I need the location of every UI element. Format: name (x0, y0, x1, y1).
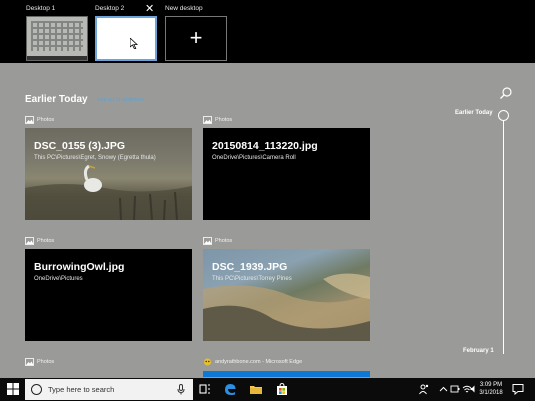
desktop-2-thumbnail[interactable] (95, 16, 157, 61)
microphone-icon[interactable] (177, 384, 185, 395)
activity-card-burrowingowl[interactable]: BurrowingOwl.jpg OneDrive\Pictures (25, 249, 192, 341)
activity-app-header: Photos (25, 236, 54, 246)
photos-app-icon (25, 236, 34, 245)
desktop-2[interactable]: Desktop 2 ✕ (95, 3, 157, 61)
desktop-2-label: Desktop 2 (95, 5, 125, 12)
desktop-1-thumbnail[interactable] (26, 16, 88, 61)
activity-app-name: Photos (37, 238, 55, 244)
section-title: Earlier Today (25, 94, 88, 105)
new-desktop[interactable]: New desktop + (165, 4, 227, 61)
taskbar: Type here to search 3:09 PM 3/1/2018 (0, 378, 535, 401)
activity-app-name: Photos (37, 359, 55, 365)
activity-title: BurrowingOwl.jpg (34, 261, 125, 273)
new-desktop-button[interactable]: + (165, 16, 227, 61)
taskbar-search-box[interactable]: Type here to search (25, 379, 193, 400)
activity-title: 20150814_113220.jpg (212, 140, 318, 152)
activity-card-dsc-0155[interactable]: DSC_0155 (3).JPG This PC\Pictures\Egret,… (25, 128, 192, 220)
activity-app-name: andyrathbone.com - Microsoft Edge (215, 359, 303, 365)
people-icon[interactable] (419, 383, 429, 395)
new-desktop-label: New desktop (165, 5, 203, 12)
photos-app-icon (25, 115, 34, 124)
file-explorer-icon[interactable] (249, 382, 263, 396)
activity-app-name: Photos (215, 117, 233, 123)
taskbar-clock[interactable]: 3:09 PM 3/1/2018 (474, 381, 508, 397)
activity-app-header: Photos (203, 236, 232, 246)
virtual-desktop-strip: Desktop 1 Desktop 2 ✕ New desktop + (0, 0, 535, 63)
see-all-activities-link[interactable]: See all 11 activities (97, 97, 144, 103)
site-favicon-icon (204, 358, 211, 366)
activity-path: This PC\Pictures\Torrey Pines (212, 276, 292, 282)
activity-card-20150814[interactable]: 20150814_113220.jpg OneDrive\Pictures\Ca… (203, 128, 370, 220)
photos-app-icon (203, 236, 212, 245)
desktop-1[interactable]: Desktop 1 (26, 4, 88, 61)
photos-app-icon (25, 357, 34, 366)
activity-app-header: Photos (25, 357, 54, 367)
activity-app-header: Photos (203, 115, 232, 125)
photos-app-icon (203, 115, 212, 124)
search-placeholder: Type here to search (48, 385, 115, 394)
store-icon[interactable] (275, 382, 289, 396)
edge-activity-card[interactable] (203, 371, 370, 377)
activity-path: OneDrive\Pictures (34, 276, 83, 282)
activity-app-name: Photos (37, 117, 55, 123)
chevron-up-icon[interactable] (439, 383, 448, 395)
activity-card-dsc-1939[interactable]: DSC_1939.JPG This PC\Pictures\Torrey Pin… (203, 249, 370, 341)
activity-app-header: Photos (25, 115, 54, 125)
timeline-marker-earlier-today[interactable]: Earlier Today (455, 110, 493, 116)
timeline-scrubber-line[interactable] (503, 119, 504, 354)
cortana-icon (31, 384, 42, 395)
clock-date: 3/1/2018 (479, 390, 503, 396)
mouse-cursor-icon (130, 38, 138, 49)
search-icon[interactable] (499, 86, 513, 100)
timeline-marker-february-1[interactable]: February 1 (463, 348, 494, 354)
activity-path: This PC\Pictures\Egret, Snowy (Egretta t… (34, 155, 156, 161)
action-center-icon[interactable] (512, 383, 524, 395)
desktop-1-label: Desktop 1 (26, 5, 56, 12)
plus-icon: + (189, 25, 203, 50)
activity-path: OneDrive\Pictures\Camera Roll (212, 155, 296, 161)
edge-browser-icon[interactable] (223, 382, 237, 396)
activity-app-name: Photos (215, 238, 233, 244)
clock-time: 3:09 PM (479, 382, 503, 388)
windows-start-icon[interactable] (7, 383, 19, 395)
task-view-icon[interactable] (198, 382, 212, 396)
battery-icon[interactable] (450, 383, 460, 395)
timeline-scrubber-handle[interactable] (498, 110, 509, 121)
activity-title: DSC_0155 (3).JPG (34, 140, 126, 152)
activity-app-header: andyrathbone.com - Microsoft Edge (203, 357, 302, 367)
close-desktop-icon[interactable]: ✕ (145, 2, 154, 15)
activity-title: DSC_1939.JPG (212, 261, 288, 273)
